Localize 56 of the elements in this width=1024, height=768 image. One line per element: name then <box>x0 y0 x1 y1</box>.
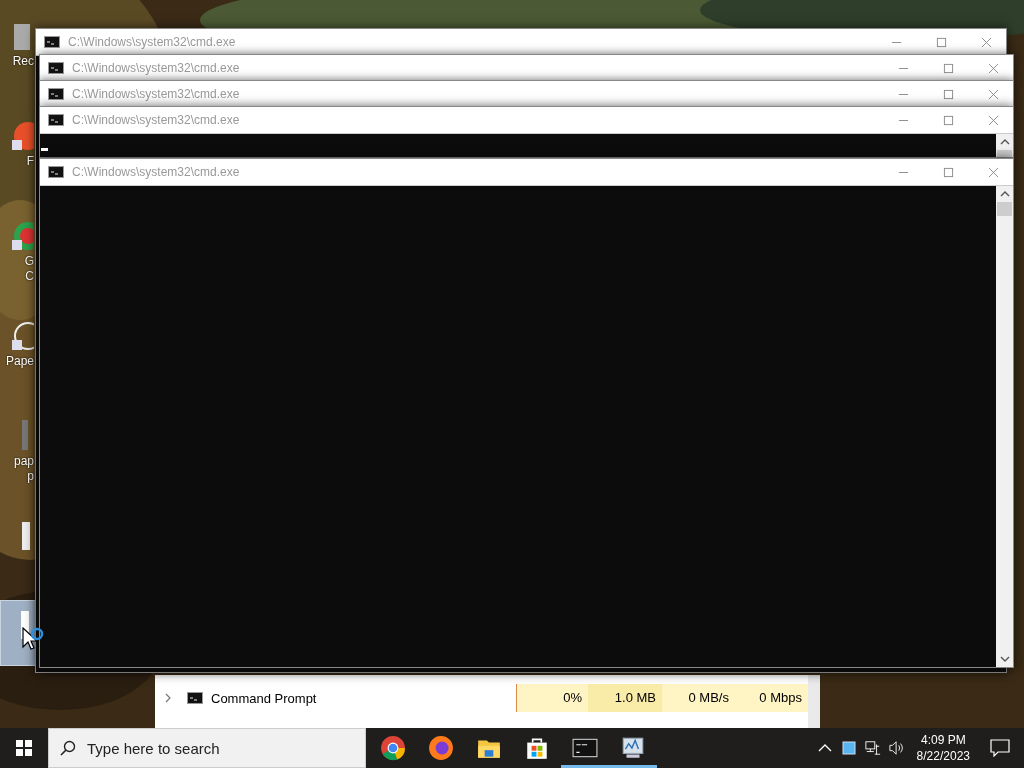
firefox-icon <box>428 735 454 761</box>
window-title: C:\Windows\system32\cmd.exe <box>72 165 241 179</box>
close-icon[interactable] <box>988 88 999 100</box>
chevron-right-icon[interactable] <box>163 693 173 703</box>
search-field[interactable]: Type here to search <box>48 728 366 768</box>
scrollbar-thumb[interactable] <box>997 202 1012 216</box>
process-name: Command Prompt <box>211 690 318 706</box>
window-title: C:\Windows\system32\cmd.exe <box>72 61 241 75</box>
close-icon[interactable] <box>988 166 999 178</box>
scrollbar <box>808 675 820 728</box>
chevron-up-icon[interactable] <box>999 139 1010 145</box>
square-icon[interactable] <box>840 740 857 756</box>
console-icon <box>48 114 64 126</box>
chrome-icon <box>380 735 406 761</box>
chevron-down-icon[interactable] <box>999 656 1010 662</box>
chevron-up-icon[interactable] <box>999 191 1010 197</box>
icon-label: Pape <box>5 354 35 369</box>
scrollbar[interactable] <box>996 134 1013 157</box>
maximize-icon[interactable] <box>943 114 954 126</box>
maximize-icon[interactable] <box>943 166 954 178</box>
close-icon[interactable] <box>981 36 992 48</box>
close-icon[interactable] <box>988 62 999 74</box>
icon-label: pap <box>13 454 35 469</box>
clock-time: 4:09 PM <box>920 732 966 748</box>
icon-label: Rec <box>12 54 35 69</box>
console-icon <box>48 166 64 178</box>
maximize-icon[interactable] <box>943 62 954 74</box>
table-cell: 1.0 MB <box>588 684 662 712</box>
scrollbar-thumb[interactable] <box>997 150 1012 157</box>
notification-icon[interactable] <box>990 739 1010 757</box>
network-icon[interactable] <box>864 740 881 756</box>
clock[interactable]: 4:09 PM 8/22/2023 <box>916 732 970 764</box>
window-title: C:\Windows\system32\cmd.exe <box>72 113 241 127</box>
console-icon <box>187 692 203 704</box>
table-cell: 0 Mbps <box>735 684 808 712</box>
table-cell: 0% <box>516 684 588 712</box>
icon-label: C <box>25 269 35 284</box>
maximize-icon[interactable] <box>943 88 954 100</box>
console-icon <box>44 36 60 48</box>
window-title: C:\Windows\system32\cmd.exe <box>68 35 237 49</box>
maximize-icon[interactable] <box>936 36 947 48</box>
volume-icon[interactable] <box>888 740 905 756</box>
icon-label: p <box>27 469 35 484</box>
windows-logo-icon[interactable] <box>16 740 32 756</box>
icon-label: G <box>24 254 35 269</box>
console-icon <box>48 88 64 100</box>
desktop-icon[interactable] <box>0 600 36 666</box>
console-icon <box>48 62 64 74</box>
scrollbar[interactable] <box>996 186 1013 667</box>
window-title: C:\Windows\system32\cmd.exe <box>72 87 241 101</box>
close-icon[interactable] <box>988 114 999 126</box>
monitor-chart-icon <box>620 735 646 761</box>
clock-date: 8/22/2023 <box>916 748 970 764</box>
icon-label: F <box>26 154 35 169</box>
table-cell: 0 MB/s <box>662 684 735 712</box>
search-icon <box>60 740 76 756</box>
